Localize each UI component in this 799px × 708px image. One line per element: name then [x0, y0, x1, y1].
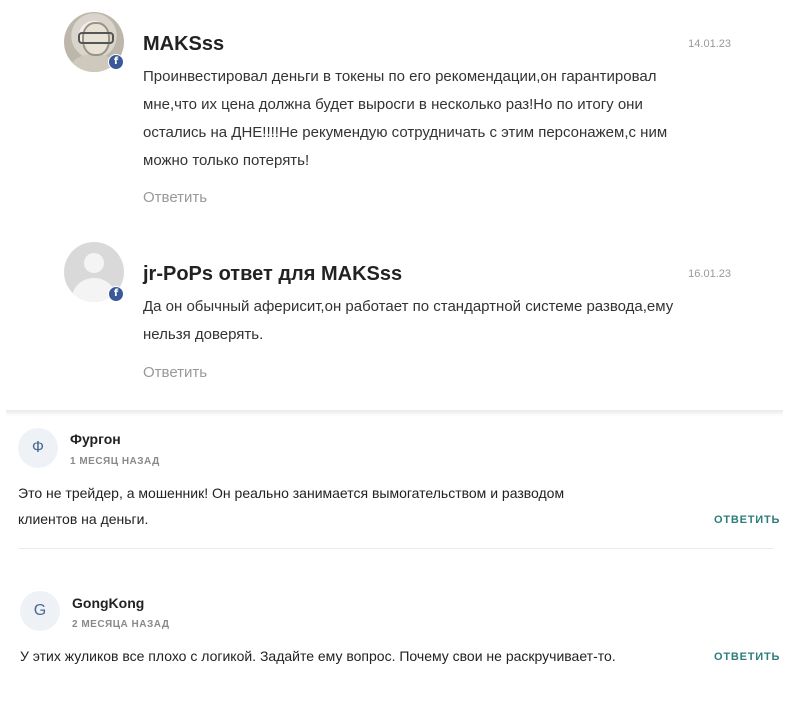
reply-button[interactable]: ОТВЕТИТЬ: [714, 514, 780, 526]
comment-text-line: Это не трейдер, а мошенник! Он реально з…: [18, 485, 565, 501]
comment-author[interactable]: MAKSss: [143, 33, 224, 56]
reply-button[interactable]: Ответить: [143, 189, 207, 206]
reply-button[interactable]: ОТВЕТИТЬ: [714, 651, 780, 663]
comment-time-ago: 1 МЕСЯЦ НАЗАД: [70, 456, 160, 467]
comment-text: Проинвестировал деньги в токены по его р…: [143, 63, 733, 175]
comment-divider: [18, 548, 774, 549]
comment-text-line: нельзя доверять.: [143, 326, 264, 343]
comment-date: 16.01.23: [688, 268, 731, 280]
comment-author[interactable]: jr-PoPs ответ для MAKSss: [143, 263, 402, 286]
comment-text: Да он обычный аферисит,он работает по ст…: [143, 293, 733, 349]
comment-text-line: мне,что их цена должна будет выросги в н…: [143, 96, 643, 113]
comment-date: 14.01.23: [688, 38, 731, 50]
section-divider: [6, 410, 783, 416]
comment-text-line: остались на ДНЕ!!!!Не рекумендую сотрудн…: [143, 124, 668, 141]
avatar-head: [84, 253, 104, 273]
comment-text-line: можно только потерять!: [143, 152, 310, 169]
comment-author[interactable]: Фургон: [70, 431, 121, 447]
avatar[interactable]: Ф: [18, 428, 58, 468]
comment-text: У этих жуликов все плохо с логикой. Зада…: [20, 643, 616, 669]
facebook-icon: f: [108, 286, 124, 302]
comment-author[interactable]: GongKong: [72, 595, 144, 611]
comment-text-line: Да он обычный аферисит,он работает по ст…: [143, 298, 674, 315]
comment-time-ago: 2 МЕСЯЦА НАЗАД: [72, 619, 170, 630]
avatar[interactable]: G: [20, 591, 60, 631]
comment-text-line: У этих жуликов все плохо с логикой. Зада…: [20, 648, 616, 664]
reply-button[interactable]: Ответить: [143, 364, 207, 381]
avatar-glasses: [78, 32, 114, 44]
facebook-icon: f: [108, 54, 124, 70]
comment-text-line: клиентов на деньги.: [18, 511, 149, 527]
comment-text: Это не трейдер, а мошенник! Он реально з…: [18, 480, 564, 532]
comment-text-line: Проинвестировал деньги в токены по его р…: [143, 68, 657, 85]
